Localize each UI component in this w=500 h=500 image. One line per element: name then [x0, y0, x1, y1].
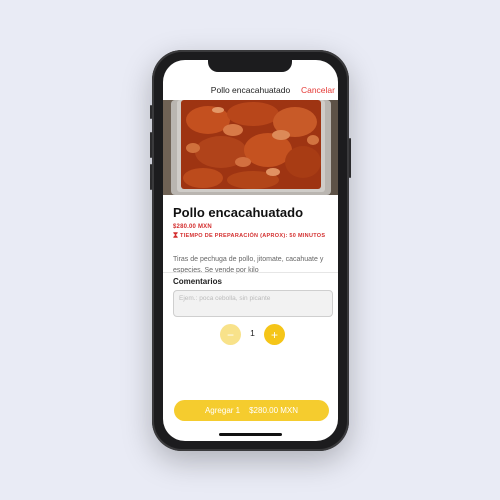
increase-button[interactable]: + [264, 324, 285, 345]
home-indicator [219, 433, 282, 436]
section-divider [163, 272, 338, 273]
mute-switch [150, 105, 152, 119]
quantity-value: 1 [250, 328, 255, 338]
cancel-button[interactable]: Cancelar [301, 85, 335, 95]
product-name: Pollo encacahuatado [173, 205, 304, 220]
power-button [349, 138, 351, 178]
prep-time-text: TIEMPO DE PREPARACIÓN (APROX): 50 MINUTO… [180, 233, 326, 239]
phone-screen: Pollo encacahuatado Cancelar Pollo encac… [163, 60, 338, 441]
product-price: $280.00 MXN [173, 224, 212, 230]
volume-down-button [150, 164, 152, 190]
hourglass-icon [173, 232, 178, 240]
nav-title: Pollo encacahuatado [210, 85, 291, 95]
notch [208, 60, 292, 72]
volume-up-button [150, 132, 152, 158]
add-to-cart-button[interactable]: Agregar 1 $280.00 MXN [174, 400, 329, 421]
comments-input[interactable] [173, 290, 333, 317]
prep-time: TIEMPO DE PREPARACIÓN (APROX): 50 MINUTO… [173, 232, 328, 240]
add-button-label: Agregar 1 [204, 406, 241, 415]
decrease-button[interactable]: − [220, 324, 241, 345]
quantity-stepper: − 1 + [220, 324, 285, 346]
comments-label: Comentarios [173, 277, 222, 286]
phone-frame: Pollo encacahuatado Cancelar Pollo encac… [150, 50, 351, 451]
food-photo [163, 100, 338, 195]
product-info: Pollo encacahuatado $280.00 MXN TIEMPO D… [173, 205, 328, 276]
add-button-price: $280.00 MXN [249, 406, 299, 415]
product-image [163, 100, 338, 195]
